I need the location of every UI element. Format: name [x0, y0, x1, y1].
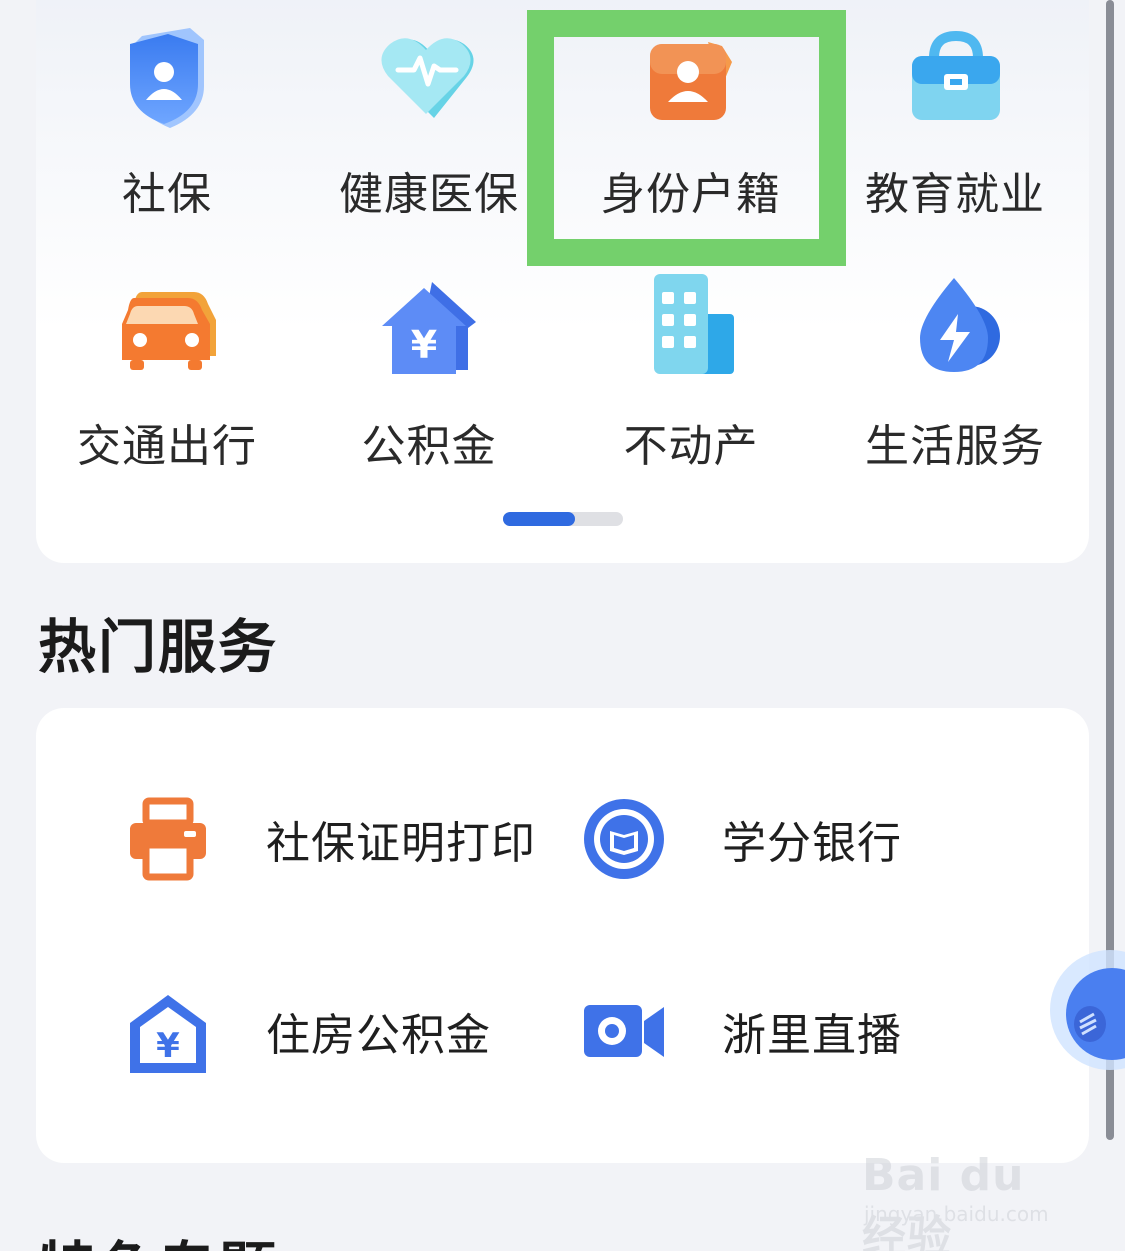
book-circle-icon [584, 799, 664, 879]
section-title-special-topics: 特色专题 [38, 1222, 278, 1251]
grid-item-label: 不动产 [623, 421, 759, 472]
hot-item-social-security-print[interactable]: 社保证明打印 [126, 794, 536, 884]
grid-item-label: 交通出行 [77, 421, 257, 472]
grid-item-social-security[interactable]: 社保 [36, 10, 298, 240]
hot-item-label: 住房公积金 [266, 1010, 491, 1061]
grid-item-transport[interactable]: 交通出行 [36, 262, 298, 492]
hot-services-card [36, 708, 1089, 1163]
grid-item-health-insurance[interactable]: 健康医保 [298, 10, 560, 240]
grid-item-real-estate[interactable]: 不动产 [560, 262, 822, 492]
watermark-sub: jingyan.baidu.com [864, 1202, 1049, 1226]
grid-item-label: 健康医保 [339, 169, 519, 220]
shield-person-icon [130, 28, 204, 128]
house-yuan-icon: ¥ [382, 282, 476, 374]
id-person-icon [650, 42, 732, 120]
grid-item-label: 教育就业 [865, 169, 1045, 220]
car-icon [122, 292, 216, 370]
grid-item-label: 生活服务 [865, 421, 1045, 472]
lightning-drop-icon [920, 278, 1000, 372]
grid-item-label: 社保 [122, 169, 212, 220]
hot-item-zheli-live[interactable]: 浙里直播 [582, 986, 902, 1076]
page-indicator-active [503, 512, 575, 526]
grid-item-label: 公积金 [361, 421, 497, 472]
hot-item-housing-provident-fund[interactable]: ¥ 住房公积金 [126, 986, 491, 1076]
baidu-watermark: Bai du 经验 jingyan.baidu.com [860, 1128, 1070, 1251]
hot-item-credit-bank[interactable]: 学分银行 [582, 794, 902, 884]
hot-item-label: 社保证明打印 [266, 818, 536, 869]
hot-item-label: 学分银行 [722, 818, 902, 869]
building-icon [654, 274, 734, 374]
heart-pulse-icon [381, 38, 474, 118]
briefcase-icon [912, 30, 1000, 120]
grid-item-housing-fund[interactable]: ¥ 公积金 [298, 262, 560, 492]
hot-item-label: 浙里直播 [722, 1010, 902, 1061]
watermark-main: Bai du 经验 [862, 1150, 1025, 1251]
svg-text:¥: ¥ [411, 323, 437, 367]
printer-icon [130, 797, 206, 881]
svg-text:¥: ¥ [156, 1026, 180, 1066]
video-camera-icon [584, 1005, 664, 1057]
grid-item-label: 身份户籍 [601, 169, 781, 220]
grid-item-identity-household[interactable]: 身份户籍 [560, 10, 822, 240]
grid-item-education-employment[interactable]: 教育就业 [824, 10, 1086, 240]
page-indicator [503, 512, 623, 526]
section-title-hot-services: 热门服务 [38, 613, 279, 681]
grid-item-life-services[interactable]: 生活服务 [824, 262, 1086, 492]
house-yuan-outline-icon: ¥ [130, 995, 206, 1073]
assistant-robot-icon[interactable] [1030, 948, 1125, 1073]
